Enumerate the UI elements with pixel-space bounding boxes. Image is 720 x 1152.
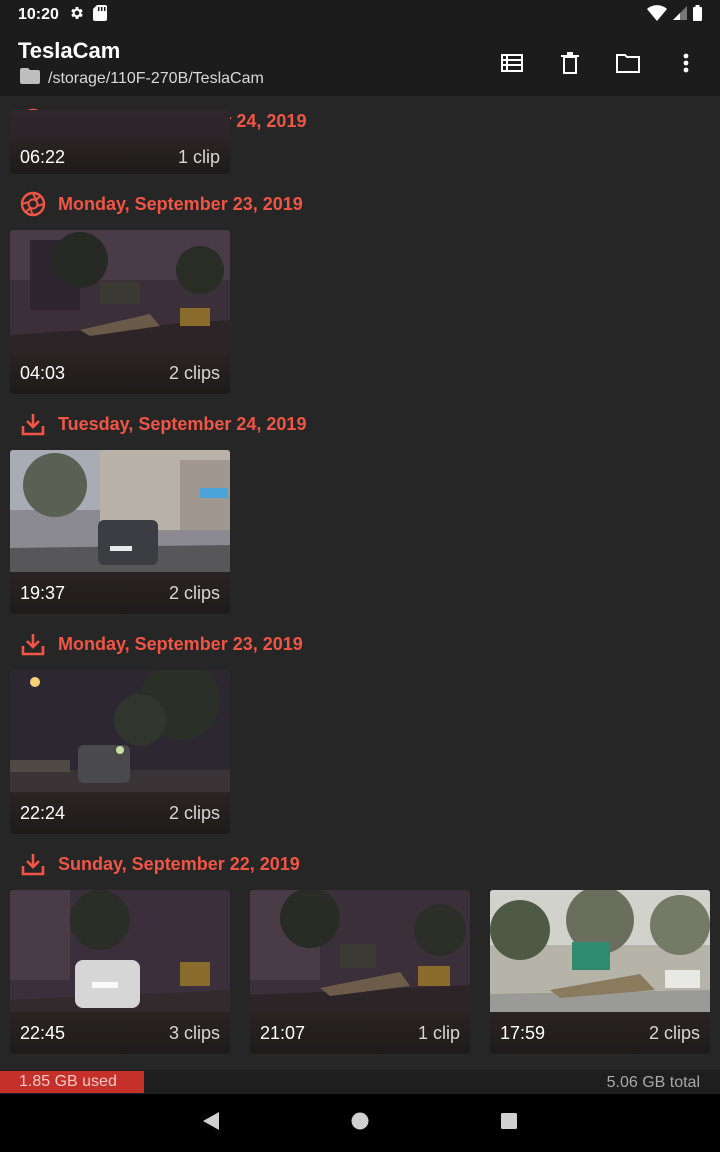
clip-count: 2 clips <box>168 802 220 823</box>
thumbnail-caption: 17:59 2 clips <box>490 1012 710 1054</box>
event-thumbnail[interactable]: 22:24 2 clips <box>10 670 230 834</box>
cell-signal-icon <box>673 5 687 25</box>
clip-count: 2 clips <box>168 582 220 603</box>
back-triangle-icon <box>203 1111 219 1130</box>
section-title: Monday, September 23, 2019 <box>58 193 303 214</box>
event-time: 19:37 <box>20 582 66 603</box>
overflow-menu-button[interactable] <box>670 48 702 78</box>
home-button[interactable] <box>350 1111 370 1136</box>
event-thumbnail[interactable]: 22:45 3 clips <box>10 890 230 1054</box>
clip-count: 2 clips <box>168 362 220 383</box>
event-time: 21:07 <box>260 1022 306 1043</box>
sentry-aperture-icon <box>20 191 46 217</box>
delete-button[interactable] <box>554 48 586 78</box>
status-bar: 10:20 <box>0 0 720 30</box>
event-thumbnail[interactable]: 17:59 2 clips <box>490 890 710 1054</box>
app-title: TeslaCam <box>18 38 121 63</box>
thumbnail-image <box>10 230 230 352</box>
folder-outline-icon <box>616 54 640 73</box>
section-header-sentry: Monday, September 23, 2019 <box>20 191 303 217</box>
clip-count: 1 clip <box>177 146 220 167</box>
clip-count: 3 clips <box>168 1022 220 1043</box>
trash-icon <box>561 52 579 74</box>
event-time: 22:24 <box>20 802 66 823</box>
thumbnail-caption: 22:24 2 clips <box>10 792 230 834</box>
event-time: 04:03 <box>20 362 66 383</box>
section-title: Tuesday, September 24, 2019 <box>58 413 307 434</box>
wifi-icon <box>647 4 667 26</box>
download-icon <box>21 634 45 656</box>
event-list[interactable]: Tuesday, September 24, 2019 06:22 1 clip… <box>0 96 720 1070</box>
section-header-saved: Tuesday, September 24, 2019 <box>20 411 306 437</box>
recents-button[interactable] <box>500 1112 518 1135</box>
storage-usage-bar: 1.85 GB used 5.06 GB total <box>0 1070 720 1094</box>
event-thumbnail[interactable]: 04:03 2 clips <box>10 230 230 394</box>
thumbnail-caption: 22:45 3 clips <box>10 1012 230 1054</box>
list-view-button[interactable] <box>496 48 528 78</box>
event-thumbnail[interactable]: 06:22 1 clip <box>10 110 230 174</box>
thumbnail-image <box>490 890 710 1012</box>
status-time: 10:20 <box>18 6 59 23</box>
recents-square-icon <box>501 1112 517 1129</box>
back-button[interactable] <box>202 1111 220 1136</box>
event-time: 06:22 <box>20 146 66 167</box>
system-nav-bar <box>0 1094 720 1152</box>
storage-path-text: /storage/110F-270B/TeslaCam <box>48 69 264 87</box>
download-icon <box>21 414 45 436</box>
section-title: Sunday, September 22, 2019 <box>58 853 300 874</box>
download-icon <box>21 854 45 876</box>
thumbnail-caption: 06:22 1 clip <box>10 140 230 174</box>
folder-icon <box>20 68 40 89</box>
event-time: 17:59 <box>500 1022 546 1043</box>
thumbnail-image <box>10 890 230 1012</box>
home-circle-icon <box>351 1112 369 1129</box>
section-header-saved: Monday, September 23, 2019 <box>20 631 303 657</box>
thumbnail-image <box>10 670 230 792</box>
more-vert-icon <box>683 53 689 73</box>
list-view-icon <box>501 54 523 72</box>
thumbnail-caption: 19:37 2 clips <box>10 572 230 614</box>
clip-count: 2 clips <box>648 1022 700 1043</box>
storage-used: 1.85 GB used <box>0 1071 144 1093</box>
app-bar: TeslaCam /storage/110F-270B/TeslaCam <box>0 30 720 96</box>
thumbnail-image <box>250 890 470 1012</box>
sd-card-icon <box>92 4 107 26</box>
clip-count: 1 clip <box>417 1022 460 1043</box>
battery-icon <box>693 4 702 26</box>
section-title: Monday, September 23, 2019 <box>58 633 303 654</box>
thumbnail-image <box>10 450 230 572</box>
storage-total: 5.06 GB total <box>606 1074 700 1091</box>
section-header-saved: Sunday, September 22, 2019 <box>20 851 300 877</box>
storage-path: /storage/110F-270B/TeslaCam <box>20 68 264 89</box>
open-folder-button[interactable] <box>612 48 644 78</box>
event-thumbnail[interactable]: 21:07 1 clip <box>250 890 470 1054</box>
settings-gear-icon <box>69 5 85 26</box>
thumbnail-caption: 21:07 1 clip <box>250 1012 470 1054</box>
event-thumbnail[interactable]: 19:37 2 clips <box>10 450 230 614</box>
thumbnail-caption: 04:03 2 clips <box>10 352 230 394</box>
event-time: 22:45 <box>20 1022 66 1043</box>
